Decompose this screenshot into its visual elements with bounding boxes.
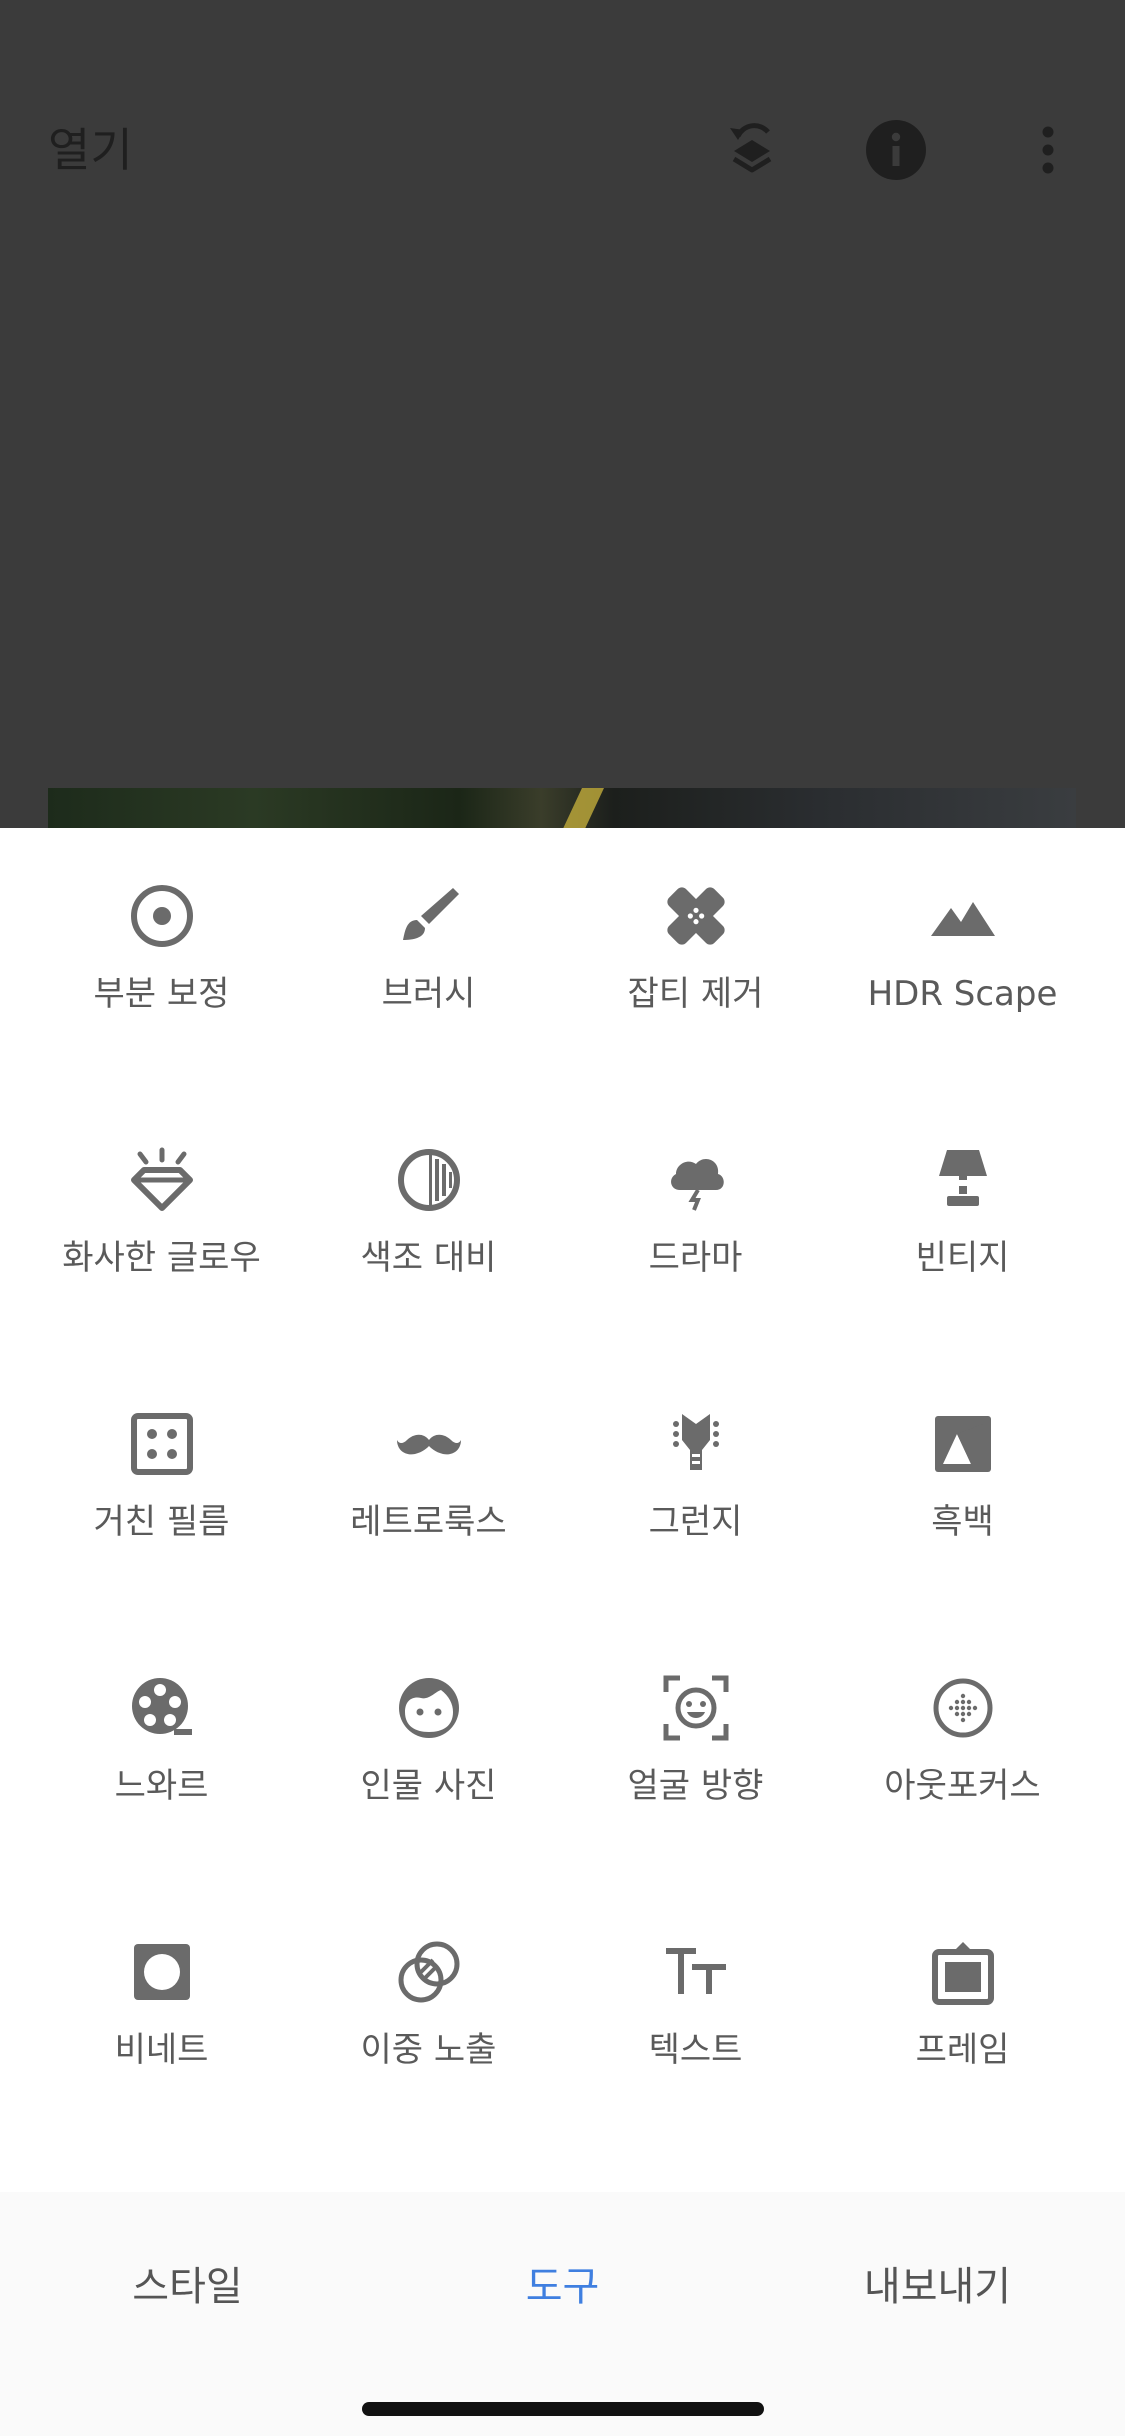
tab-export[interactable]: 내보내기: [750, 2262, 1125, 2312]
tool-grainy-film[interactable]: 거친 필름: [28, 1356, 295, 1620]
tool-noir[interactable]: 느와르: [28, 1620, 295, 1884]
tool-label: 흑백: [931, 1502, 994, 1542]
portrait-face-icon: [393, 1672, 465, 1744]
drama-cloud-icon: [660, 1144, 732, 1216]
editor-backdrop: 열기: [0, 0, 1125, 828]
info-icon[interactable]: [856, 110, 936, 190]
double-exposure-icon: [393, 1936, 465, 2008]
bottom-nav: 스타일 도구 내보내기: [0, 2192, 1125, 2436]
tool-vignette[interactable]: 비네트: [28, 1884, 295, 2148]
tool-grunge[interactable]: 그런지: [562, 1356, 829, 1620]
more-vert-icon[interactable]: [1000, 110, 1080, 190]
tool-retrolux[interactable]: 레트로룩스: [295, 1356, 562, 1620]
tool-label: 아웃포커스: [884, 1766, 1041, 1806]
glamour-glow-icon: [126, 1144, 198, 1216]
tool-portrait[interactable]: 인물 사진: [295, 1620, 562, 1884]
tab-styles[interactable]: 스타일: [0, 2262, 375, 2312]
layers-undo-icon[interactable]: [712, 110, 792, 190]
head-pose-icon: [660, 1672, 732, 1744]
tool-label: 그런지: [648, 1502, 743, 1542]
tool-label: 비네트: [114, 2030, 209, 2070]
tool-label: 브러시: [381, 974, 476, 1014]
tonal-contrast-icon: [393, 1144, 465, 1216]
tool-healing[interactable]: 잡티 제거: [562, 828, 829, 1092]
tools-sheet: 부분 보정 브러시 잡티 제거 HDR Scape 화사한 글로우 색조 대비 …: [0, 828, 1125, 2192]
app-bar: 열기: [0, 100, 1125, 200]
photo-preview: [48, 788, 1076, 828]
selective-icon: [126, 880, 198, 952]
lens-blur-icon: [927, 1672, 999, 1744]
tool-vintage[interactable]: 빈티지: [829, 1092, 1096, 1356]
black-white-icon: [927, 1408, 999, 1480]
brush-icon: [393, 880, 465, 952]
tool-label: 프레임: [915, 2030, 1010, 2070]
tool-label: 거친 필름: [93, 1502, 230, 1542]
photo-highlight: [554, 788, 604, 828]
tool-glamour-glow[interactable]: 화사한 글로우: [28, 1092, 295, 1356]
vignette-icon: [126, 1936, 198, 2008]
mountains-icon: [927, 880, 999, 952]
tool-label: 빈티지: [915, 1238, 1010, 1278]
tool-text[interactable]: 텍스트: [562, 1884, 829, 2148]
tool-label: 느와르: [114, 1766, 209, 1806]
tool-label: 이중 노출: [360, 2030, 497, 2070]
text-icon: [660, 1936, 732, 2008]
grainy-film-icon: [126, 1408, 198, 1480]
tool-black-white[interactable]: 흑백: [829, 1356, 1096, 1620]
tools-grid: 부분 보정 브러시 잡티 제거 HDR Scape 화사한 글로우 색조 대비 …: [28, 828, 1096, 2148]
frame-icon: [927, 1936, 999, 2008]
tool-frame[interactable]: 프레임: [829, 1884, 1096, 2148]
mustache-icon: [393, 1408, 465, 1480]
tab-tools[interactable]: 도구: [375, 2262, 750, 2312]
open-button[interactable]: 열기: [48, 120, 133, 180]
tool-label: HDR Scape: [867, 974, 1058, 1014]
tool-double-exposure[interactable]: 이중 노출: [295, 1884, 562, 2148]
tool-label: 얼굴 방향: [627, 1766, 764, 1806]
tool-label: 색조 대비: [360, 1238, 497, 1278]
tool-label: 화사한 글로우: [62, 1238, 261, 1278]
home-indicator[interactable]: [362, 2402, 764, 2416]
tool-label: 레트로룩스: [350, 1502, 507, 1542]
tool-label: 잡티 제거: [627, 974, 764, 1014]
tool-head-pose[interactable]: 얼굴 방향: [562, 1620, 829, 1884]
film-reel-icon: [126, 1672, 198, 1744]
tool-selective[interactable]: 부분 보정: [28, 828, 295, 1092]
grunge-guitar-icon: [660, 1408, 732, 1480]
tool-hdr-scape[interactable]: HDR Scape: [829, 828, 1096, 1092]
tool-brush[interactable]: 브러시: [295, 828, 562, 1092]
tool-label: 인물 사진: [360, 1766, 497, 1806]
tool-label: 드라마: [648, 1238, 743, 1278]
tool-label: 부분 보정: [93, 974, 230, 1014]
healing-icon: [660, 880, 732, 952]
tool-drama[interactable]: 드라마: [562, 1092, 829, 1356]
vintage-lamp-icon: [927, 1144, 999, 1216]
tool-label: 텍스트: [648, 2030, 743, 2070]
tool-lens-blur[interactable]: 아웃포커스: [829, 1620, 1096, 1884]
tool-tonal-contrast[interactable]: 색조 대비: [295, 1092, 562, 1356]
